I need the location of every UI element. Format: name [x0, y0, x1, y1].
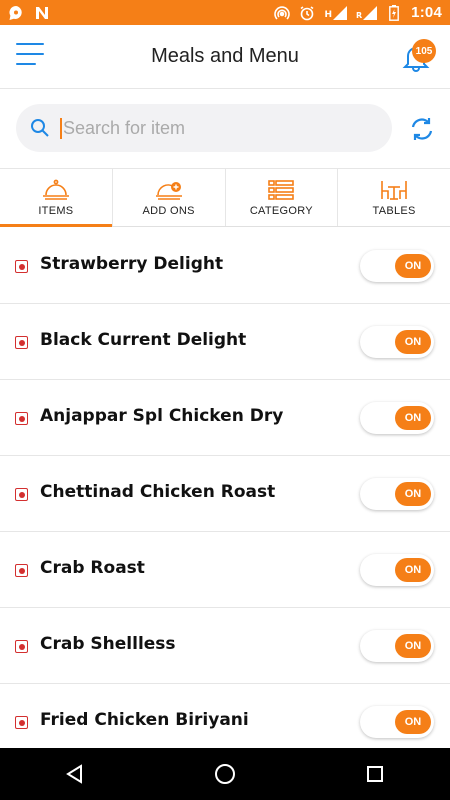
list-item[interactable]: Chettinad Chicken Roast ON	[0, 456, 450, 532]
toggle-label: ON	[395, 710, 431, 734]
tab-items[interactable]: ITEMS	[0, 169, 113, 227]
item-list: Strawberry Delight ON Black Current Deli…	[0, 228, 450, 748]
toggle-label: ON	[395, 482, 431, 506]
list-item[interactable]: Anjappar Spl Chicken Dry ON	[0, 380, 450, 456]
search-icon	[31, 119, 49, 137]
toggle-label: ON	[395, 558, 431, 582]
item-name: Strawberry Delight	[40, 254, 224, 274]
item-name: Anjappar Spl Chicken Dry	[40, 406, 284, 426]
tab-label: ADD ONS	[142, 204, 195, 217]
table-chairs-icon	[381, 180, 407, 200]
non-veg-icon	[15, 488, 28, 501]
availability-toggle[interactable]: ON	[360, 326, 434, 358]
system-nav-bar	[0, 748, 450, 800]
list-item[interactable]: Fried Chicken Biriyani ON	[0, 684, 450, 748]
tab-bar: ITEMS ADD ONS CATEGORY TABLES	[0, 169, 450, 227]
back-icon	[66, 764, 82, 784]
item-name: Crab Shellless	[40, 634, 176, 654]
non-veg-icon	[15, 716, 28, 729]
recents-button[interactable]	[355, 754, 395, 794]
tab-add-ons[interactable]: ADD ONS	[113, 169, 226, 226]
tab-tables[interactable]: TABLES	[338, 169, 450, 226]
list-item[interactable]: Crab Roast ON	[0, 532, 450, 608]
signal-r-icon: R	[356, 5, 378, 20]
home-button[interactable]	[205, 754, 245, 794]
non-veg-icon	[15, 336, 28, 349]
tab-label: ITEMS	[38, 204, 74, 217]
page-title: Meals and Menu	[151, 45, 299, 67]
toggle-label: ON	[395, 330, 431, 354]
list-item[interactable]: Black Current Delight ON	[0, 304, 450, 380]
signal-h-icon: H	[324, 5, 347, 20]
notification-button[interactable]: 105	[402, 39, 436, 72]
availability-toggle[interactable]: ON	[360, 402, 434, 434]
availability-toggle[interactable]: ON	[360, 250, 434, 282]
search-bar	[0, 89, 450, 169]
n-icon	[34, 5, 50, 21]
availability-toggle[interactable]: ON	[360, 478, 434, 510]
list-icon	[268, 179, 295, 200]
search-field-container[interactable]	[16, 104, 392, 152]
recents-icon	[367, 766, 383, 782]
status-time: 1:04	[411, 4, 442, 21]
battery-icon	[386, 4, 402, 21]
tab-label: TABLES	[372, 204, 416, 217]
list-item[interactable]: Strawberry Delight ON	[0, 228, 450, 304]
refresh-button[interactable]	[408, 115, 436, 143]
signal-h-label: H	[324, 9, 332, 20]
alarm-icon	[299, 5, 315, 21]
toggle-label: ON	[395, 406, 431, 430]
notification-badge: 105	[412, 39, 436, 63]
item-name: Crab Roast	[40, 558, 145, 578]
item-name: Chettinad Chicken Roast	[40, 482, 276, 502]
availability-toggle[interactable]: ON	[360, 554, 434, 586]
cloche-plus-icon	[155, 181, 182, 200]
toggle-label: ON	[395, 634, 431, 658]
list-item[interactable]: Crab Shellless ON	[0, 608, 450, 684]
availability-toggle[interactable]: ON	[360, 706, 434, 738]
search-input[interactable]	[60, 117, 360, 139]
back-button[interactable]	[55, 754, 95, 794]
app-bar: Meals and Menu 105	[0, 25, 450, 89]
tab-category[interactable]: CATEGORY	[226, 169, 339, 226]
item-name: Fried Chicken Biriyani	[40, 710, 249, 730]
non-veg-icon	[15, 640, 28, 653]
signal-r-label: R	[356, 10, 363, 20]
tab-label: CATEGORY	[249, 204, 313, 217]
refresh-icon	[411, 118, 433, 140]
home-icon	[215, 764, 235, 784]
non-veg-icon	[15, 564, 28, 577]
toggle-label: ON	[395, 254, 431, 278]
item-name: Black Current Delight	[40, 330, 247, 350]
availability-toggle[interactable]: ON	[360, 630, 434, 662]
chat-icon	[8, 5, 24, 21]
hotspot-icon	[274, 5, 291, 21]
status-bar: H R 1:04	[0, 0, 450, 25]
non-veg-icon	[15, 260, 28, 273]
non-veg-icon	[15, 412, 28, 425]
cloche-icon	[42, 179, 69, 200]
